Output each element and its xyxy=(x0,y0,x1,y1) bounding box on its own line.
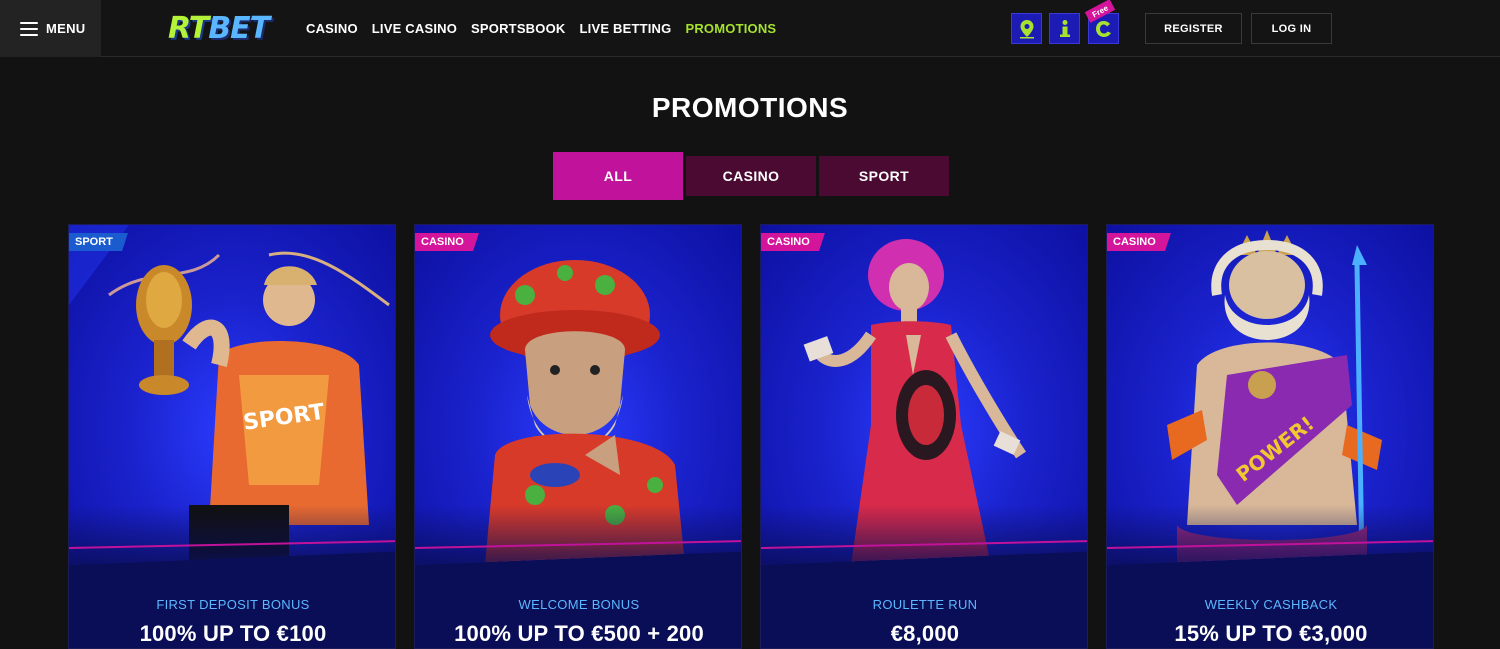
promo-subtitle: FIRST DEPOSIT BONUS xyxy=(156,597,310,612)
gnome-illustration xyxy=(485,260,685,565)
logo-bet-text: BET xyxy=(208,10,270,46)
promo-image-zeus: POWER! xyxy=(1107,225,1433,565)
map-pin-icon xyxy=(1019,19,1034,38)
nav-live-betting[interactable]: LIVE BETTING xyxy=(580,21,672,36)
category-tag: SPORT xyxy=(69,233,128,251)
info-icon xyxy=(1059,19,1070,37)
nav-promotions[interactable]: PROMOTIONS xyxy=(685,21,776,36)
athlete-trophy-illustration: SPORT xyxy=(69,225,390,565)
free-spin-icon xyxy=(1095,20,1111,37)
tab-sport[interactable]: SPORT xyxy=(819,156,949,196)
login-button[interactable]: LOG IN xyxy=(1251,13,1332,44)
category-tag: CASINO xyxy=(415,233,479,251)
main-nav: CASINO LIVE CASINO SPORTSBOOK LIVE BETTI… xyxy=(306,0,790,57)
promo-subtitle: WEEKLY CASHBACK xyxy=(1204,597,1338,612)
promo-card[interactable]: POWER! CASINO WEEKLY CASHBACK 15% UP TO … xyxy=(1106,224,1434,649)
promo-headline: 100% UP TO €100 xyxy=(139,621,327,646)
promo-card-grid: SPORT SPORT FIRST DEPOSIT BONUS 100% UP … xyxy=(68,224,1434,649)
promo-image-athlete: SPORT xyxy=(69,225,395,565)
menu-label: MENU xyxy=(46,21,86,36)
nav-sportsbook[interactable]: SPORTSBOOK xyxy=(471,21,565,36)
hamburger-icon xyxy=(20,21,38,36)
promo-filter-tabs: ALL CASINO SPORT xyxy=(553,152,949,200)
promo-headline: 15% UP TO €3,000 xyxy=(1174,621,1368,646)
page-title: PROMOTIONS xyxy=(651,92,849,123)
zeus-illustration: POWER! xyxy=(1167,230,1382,565)
tab-casino[interactable]: CASINO xyxy=(686,156,816,196)
promo-card[interactable]: SPORT SPORT FIRST DEPOSIT BONUS 100% UP … xyxy=(68,224,396,649)
map-pin-button[interactable] xyxy=(1011,13,1042,44)
category-tag: CASINO xyxy=(761,233,825,251)
register-button[interactable]: REGISTER xyxy=(1145,13,1242,44)
promo-card[interactable]: CASINO ROULETTE RUN €8,000 xyxy=(760,224,1088,649)
promo-image-gnome xyxy=(415,225,741,565)
category-tag: CASINO xyxy=(1107,233,1171,251)
logo-rt-text: RT xyxy=(168,10,209,46)
promo-headline: €8,000 xyxy=(890,621,960,646)
nav-casino[interactable]: CASINO xyxy=(306,21,358,36)
promo-subtitle: WELCOME BONUS xyxy=(518,597,640,612)
nav-live-casino[interactable]: LIVE CASINO xyxy=(372,21,457,36)
tab-all[interactable]: ALL xyxy=(553,152,683,200)
site-logo[interactable]: RT BET xyxy=(168,10,270,46)
promo-image-roulette xyxy=(761,225,1087,565)
promo-headline: 100% UP TO €500 + 200 xyxy=(454,621,704,646)
promo-card[interactable]: CASINO WELCOME BONUS 100% UP TO €500 + 2… xyxy=(414,224,742,649)
top-header: MENU RT BET CASINO LIVE CASINO SPORTSBOO… xyxy=(0,0,1500,57)
info-button[interactable] xyxy=(1049,13,1080,44)
roulette-lady-illustration xyxy=(803,239,1026,565)
promo-subtitle: ROULETTE RUN xyxy=(872,597,978,612)
menu-button[interactable]: MENU xyxy=(0,0,101,57)
